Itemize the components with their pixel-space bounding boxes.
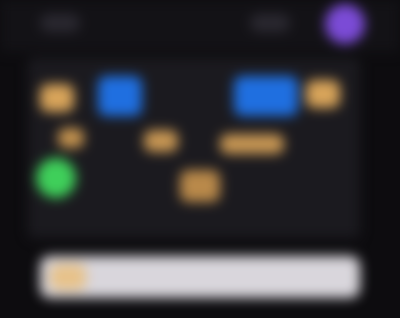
blue-cell-wide[interactable] [234, 76, 298, 116]
bottom-bar [40, 256, 360, 298]
tan-cell[interactable] [144, 130, 178, 152]
avatar-icon[interactable] [325, 4, 365, 44]
blue-cell[interactable] [98, 76, 142, 116]
tan-cell[interactable] [180, 170, 220, 202]
green-cell[interactable] [36, 158, 76, 198]
tan-cell[interactable] [306, 80, 340, 108]
tan-cell[interactable] [58, 128, 84, 148]
top-bar [0, 0, 400, 52]
tan-cell[interactable] [40, 84, 74, 112]
board-grid [28, 58, 360, 238]
top-left-control[interactable] [40, 14, 80, 32]
blurred-screenshot [0, 0, 400, 318]
top-right-control[interactable] [250, 14, 290, 32]
bottom-bar-chip[interactable] [50, 264, 86, 290]
tan-cell-wide[interactable] [220, 134, 284, 154]
